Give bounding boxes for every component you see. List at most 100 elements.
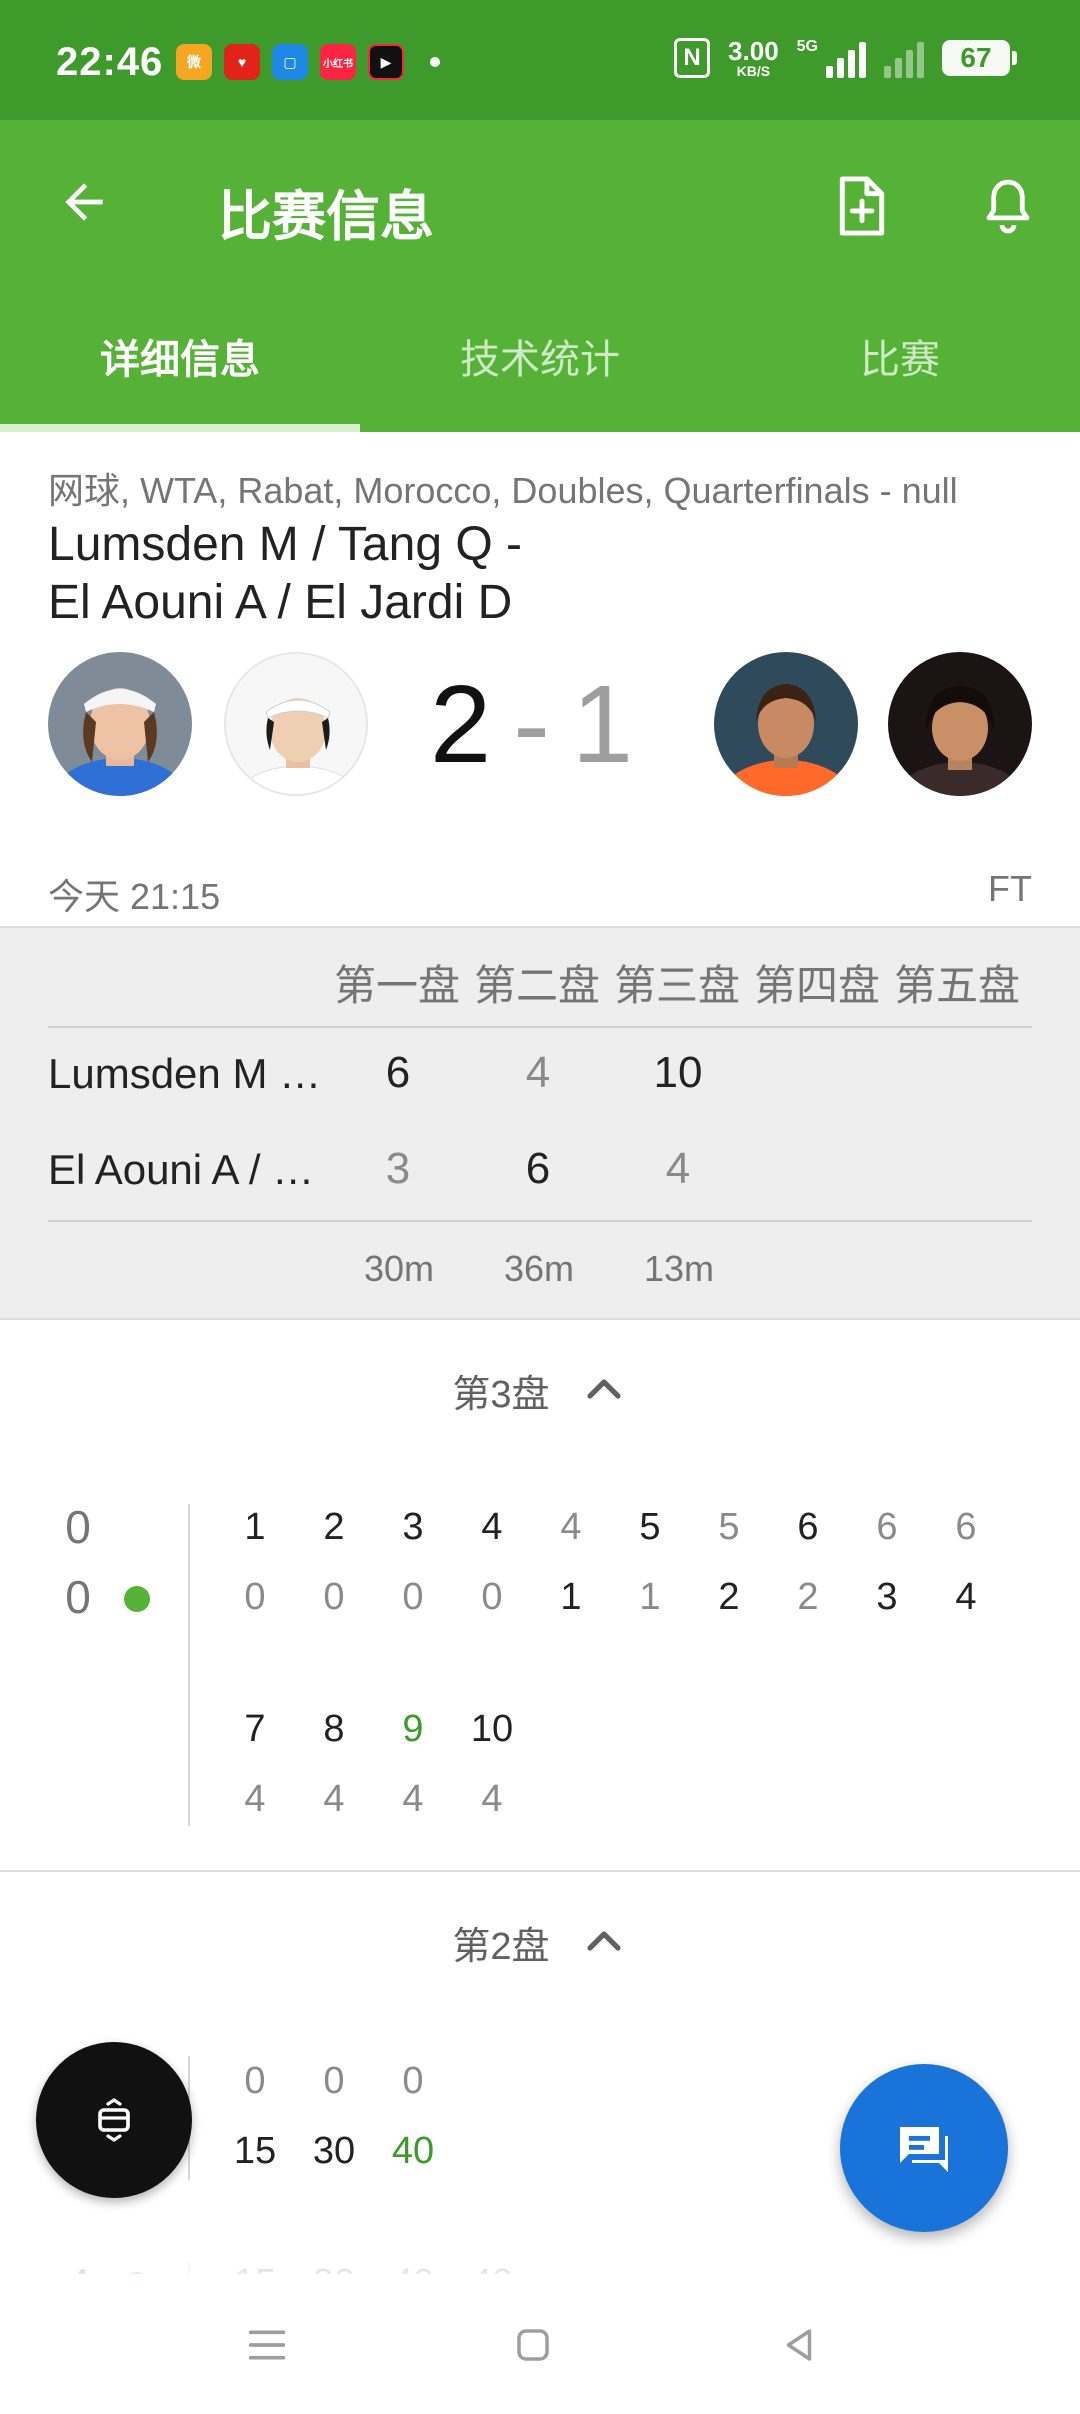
- set-3-game-away: 4: [323, 1778, 345, 1820]
- match-status: FT: [988, 868, 1032, 909]
- set-3-game-away: 4: [402, 1778, 424, 1820]
- set-header-1: 第一盘: [334, 962, 461, 1009]
- section-divider: [0, 1870, 1080, 1872]
- set-1-duration: 30m: [363, 1248, 435, 1289]
- battery-level: 67: [960, 42, 992, 73]
- nfc-icon: N: [674, 38, 711, 78]
- match-title-away: El Aouni A / El Jardi D: [48, 576, 513, 629]
- set-3-game-away: 4: [481, 1778, 503, 1820]
- set-3-game-home: 5: [639, 1506, 661, 1548]
- chat-fab-button[interactable]: [840, 2064, 1008, 2232]
- set-3-duration: 13m: [643, 1248, 715, 1289]
- match-title-home: Lumsden M / Tang Q -: [48, 518, 522, 571]
- set-2-duration: 36m: [503, 1248, 575, 1289]
- status-bar: 22:46 微 ♥ ▢ 小红书 ▶ N 3.00 KB/S 5G 67: [0, 0, 1080, 120]
- set-3-game-away: 2: [718, 1576, 740, 1618]
- set-3-game-home: 6: [876, 1506, 898, 1548]
- sets-divider-top: [48, 1026, 1032, 1028]
- bell-icon: [986, 179, 1030, 234]
- sets-home-name: Lumsden M /…: [48, 1050, 328, 1097]
- tab-match[interactable]: 比赛: [720, 280, 1080, 432]
- network-type: 5G: [796, 38, 818, 55]
- avatar-player-1[interactable]: [48, 652, 192, 796]
- set-3-game-away: 0: [244, 1576, 266, 1618]
- home-set-3: 10: [653, 1048, 703, 1097]
- set-3-game-away: 3: [876, 1576, 898, 1618]
- add-file-button[interactable]: [820, 164, 904, 248]
- file-plus-icon: [839, 176, 885, 236]
- tab-bar: 详细信息 技术统计 比赛: [0, 280, 1080, 432]
- set-3-label: 第3盘: [452, 1373, 550, 1416]
- set-3-toggle[interactable]: 第3盘: [0, 1350, 1080, 1430]
- set-3-game-home: 2: [323, 1506, 345, 1548]
- set-3-game-away: 2: [797, 1576, 819, 1618]
- home-set-1: 6: [385, 1048, 411, 1097]
- set-header-5: 第五盘: [894, 962, 1021, 1009]
- match-info-screen: 22:46 微 ♥ ▢ 小红书 ▶ N 3.00 KB/S 5G 67 比赛信息…: [0, 0, 1080, 2414]
- avatar-player-3[interactable]: [714, 652, 858, 796]
- notification-button[interactable]: [966, 164, 1050, 248]
- battery-icon: 67: [942, 40, 1017, 76]
- set-2-label: 第2盘: [452, 1925, 550, 1968]
- breadcrumb: 网球, WTA, Rabat, Morocco, Doubles, Quarte…: [48, 470, 958, 511]
- chevron-up-icon: [586, 1379, 621, 1399]
- back-button[interactable]: [44, 162, 124, 242]
- set-3-game-away: 0: [402, 1576, 424, 1618]
- window-icon: [98, 2098, 130, 2142]
- sets-summary: 第一盘 第二盘 第三盘 第四盘 第五盘 Lumsden M /… 6 4 10 …: [0, 926, 1080, 1320]
- sets-away-name: El Aouni A / …: [48, 1146, 315, 1193]
- menu-icon: [248, 2330, 286, 2360]
- heart-app-icon: ♥: [224, 44, 260, 80]
- set-3-game-home: 4: [481, 1506, 503, 1548]
- set-3-game-away: 0: [481, 1576, 503, 1618]
- match-score: 2-1: [430, 660, 633, 790]
- set-header-3: 第三盘: [614, 962, 741, 1009]
- net-speed-value: 3.00: [728, 36, 779, 66]
- set-3-away-total: 0: [65, 1571, 91, 1623]
- weibo-icon: 微: [176, 44, 212, 80]
- set-3-game-home: 6: [797, 1506, 819, 1548]
- back-triangle-icon: [786, 2329, 812, 2361]
- avatar-player-2[interactable]: [224, 652, 368, 796]
- app-bar: 比赛信息: [0, 120, 1080, 280]
- set-2-point-home: 0: [244, 2060, 266, 2102]
- score-separator: -: [513, 663, 550, 786]
- away-set-2: 6: [525, 1144, 551, 1193]
- set-3-game-home: 4: [560, 1506, 582, 1548]
- set-3-home-total: 0: [65, 1501, 91, 1553]
- set-3-game-home: 1: [244, 1506, 266, 1548]
- home-square-icon: [517, 2329, 549, 2361]
- notification-icons: 微 ♥ ▢ 小红书 ▶: [176, 44, 440, 80]
- set-2-point-away: 15: [233, 2130, 277, 2172]
- home-set-2: 4: [525, 1048, 551, 1097]
- nav-menu-button[interactable]: [222, 2310, 312, 2380]
- nav-back-button[interactable]: [754, 2310, 844, 2380]
- status-time: 22:46: [56, 40, 164, 84]
- net-speed: 3.00 KB/S: [728, 38, 779, 78]
- serve-indicator: [124, 1586, 150, 1612]
- nav-home-button[interactable]: [488, 2310, 578, 2380]
- status-right: N 3.00 KB/S 5G 67: [674, 38, 1017, 78]
- set-3-game-away: 1: [560, 1576, 582, 1618]
- match-date: 今天 21:15: [48, 876, 221, 917]
- set-2-toggle[interactable]: 第2盘: [0, 1902, 1080, 1982]
- set-2-point-home: 0: [323, 2060, 345, 2102]
- screen-switch-button[interactable]: [36, 2042, 192, 2198]
- set-header-4: 第四盘: [754, 962, 881, 1009]
- set-2-point-away: 30: [312, 2130, 356, 2172]
- avatar-player-4[interactable]: [888, 652, 1032, 796]
- set-header-2: 第二盘: [474, 962, 601, 1009]
- page-title: 比赛信息: [218, 187, 434, 247]
- chevron-up-icon: [586, 1931, 621, 1951]
- set-3-game-home: 3: [402, 1506, 424, 1548]
- set-3-game-home: 7: [244, 1708, 266, 1750]
- more-notifications-dot: [430, 57, 440, 67]
- set-3-game-away: 4: [244, 1778, 266, 1820]
- set-3-game-away: 1: [639, 1576, 661, 1618]
- set-3-divider: [188, 1504, 190, 1826]
- xiaohongshu-icon: 小红书: [320, 44, 356, 80]
- chat-icon: [900, 2127, 948, 2172]
- tab-details[interactable]: 详细信息: [0, 280, 360, 432]
- tab-stats[interactable]: 技术统计: [360, 280, 720, 432]
- set-3-game-home: 8: [323, 1708, 345, 1750]
